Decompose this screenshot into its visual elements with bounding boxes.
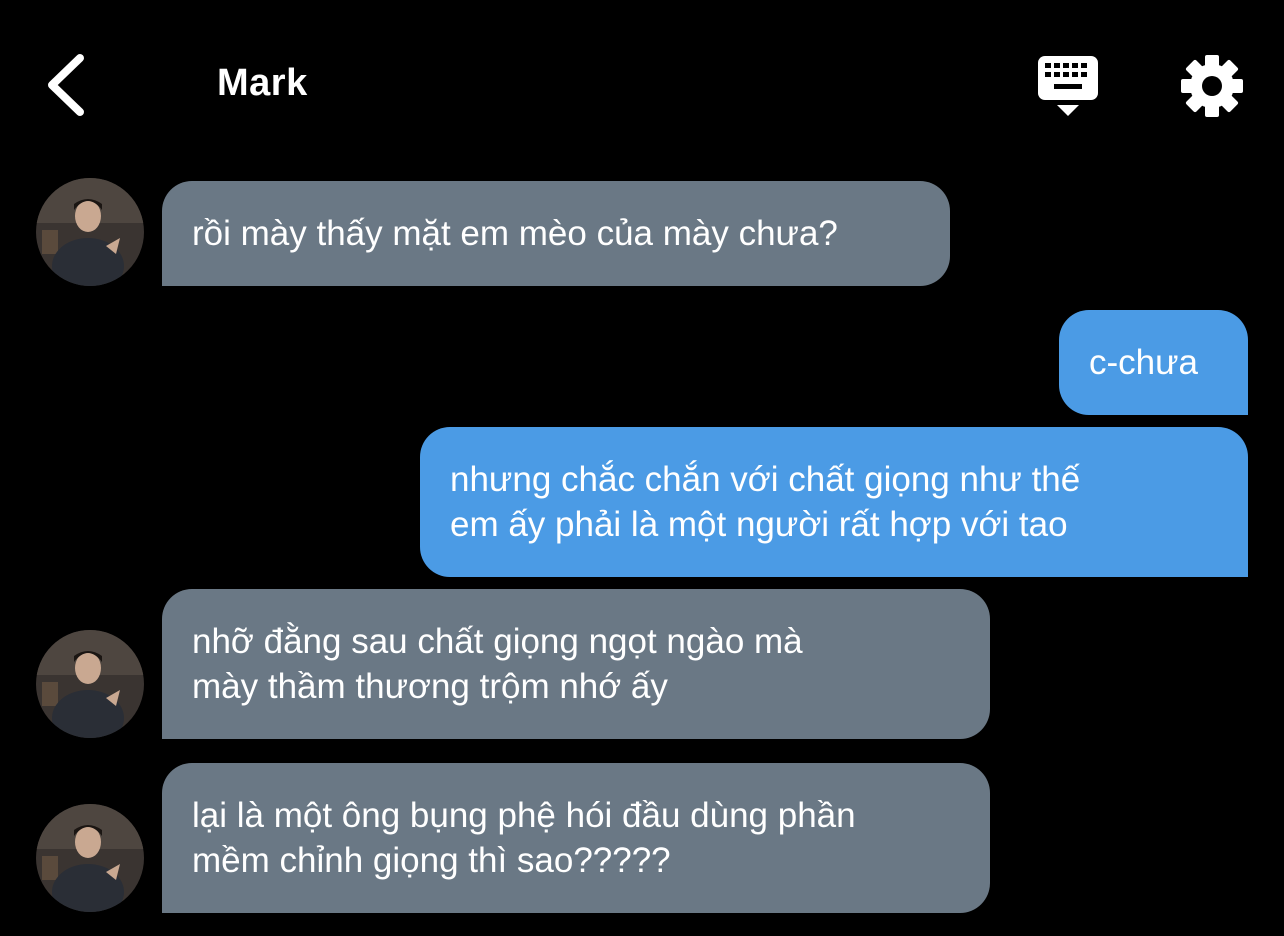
contact-avatar[interactable] xyxy=(36,630,144,738)
keyboard-toggle-button[interactable] xyxy=(1034,54,1102,120)
avatar-photo xyxy=(36,804,144,912)
avatar-photo xyxy=(36,630,144,738)
message-bubble-outgoing[interactable]: nhưng chắc chắn với chất giọng như thế e… xyxy=(420,427,1248,577)
back-button[interactable] xyxy=(40,52,96,118)
contact-avatar[interactable] xyxy=(36,804,144,912)
message-bubble-incoming[interactable]: rồi mày thấy mặt em mèo của mày chưa? xyxy=(162,181,950,286)
message-bubble-outgoing[interactable]: c-chưa xyxy=(1059,310,1248,415)
avatar-photo xyxy=(36,178,144,286)
contact-avatar[interactable] xyxy=(36,178,144,286)
gear-icon xyxy=(1181,55,1243,117)
chat-title: Mark xyxy=(217,62,308,104)
message-bubble-incoming[interactable]: nhỡ đằng sau chất giọng ngọt ngào mà mày… xyxy=(162,589,990,739)
keyboard-dismiss-icon xyxy=(1038,56,1098,116)
settings-button[interactable] xyxy=(1180,54,1244,118)
chat-screen: Mark rồi mày thấy mặt em mèo của mày chư… xyxy=(0,0,1284,936)
message-bubble-incoming[interactable]: lại là một ông bụng phệ hói đầu dùng phầ… xyxy=(162,763,990,913)
chevron-left-icon xyxy=(48,54,84,116)
